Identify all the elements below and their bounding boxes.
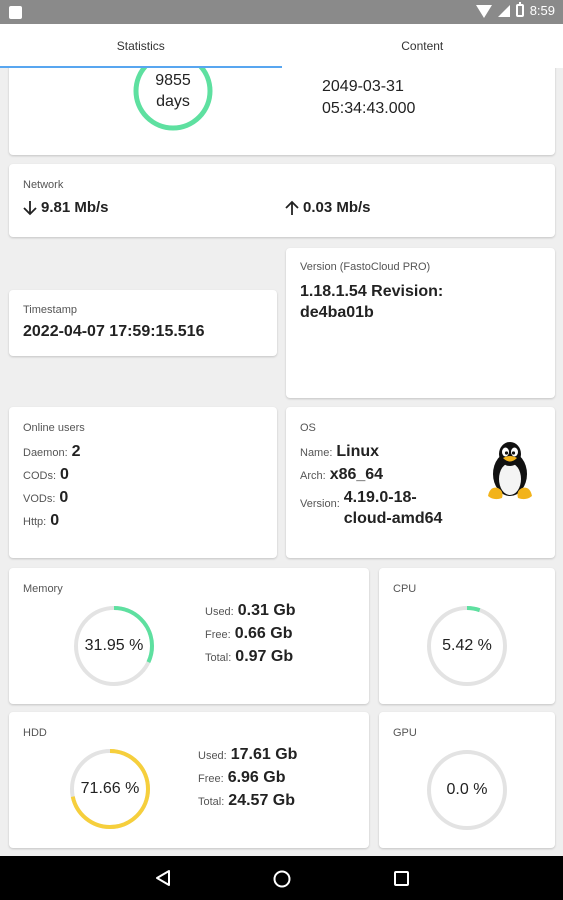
memory-card: Memory 31.95 % Used: 0.31 Gb Free: 0.66 Gb… [9,568,369,704]
os-title: OS [300,422,316,434]
network-card: Network 9.81 Mb/s 0.03 Mb/s [9,164,555,237]
os-version-value-line2: cloud-amd64 [343,510,443,527]
online-users-title: Online users [23,422,85,434]
os-arch-label: Arch: [300,470,326,482]
cpu-percent: 5.42 % [442,637,492,654]
version-title: Version (FastoCloud PRO) [300,261,431,273]
uptime-days-unit: days [156,93,190,110]
online-users-vods: VODs: 0 [23,487,81,510]
hdd-used-value: 17.61 Gb [230,746,298,763]
network-upload-speed: 0.03 Mb/s [303,199,371,216]
memory-used-value: 0.31 Gb [237,602,296,619]
memory-free-value: 0.66 Gb [234,625,293,642]
wifi-icon [475,4,492,18]
expiration-time: 05:34:43.000 [322,100,416,117]
memory-percent: 31.95 % [84,637,144,654]
uptime-days-value: 9855 [155,72,191,89]
hdd-free-label: Free: [198,773,224,785]
vods-value: 0 [59,489,69,506]
timestamp-card: Timestamp 2022-04-07 17:59:15.516 [9,290,277,356]
os-name-value: Linux [336,443,380,460]
timestamp-value: 2022-04-07 17:59:15.516 [23,323,205,340]
memory-used-label: Used: [205,606,234,618]
expiration-date: 2049-03-31 [322,78,404,95]
gpu-gauge: 0.0 % [425,748,509,832]
uptime-ring: 9855 days [132,68,214,132]
timestamp-title: Timestamp [23,304,77,316]
hdd-total-value: 24.57 Gb [228,792,295,809]
os-version-row: Version: 4.19.0-18- cloud-amd64 [300,487,442,529]
version-revision: de4ba01b [300,304,374,321]
memory-gauge: 31.95 % [72,604,156,688]
recents-icon[interactable] [393,870,411,888]
gpu-percent: 0.0 % [446,781,488,798]
tab-statistics[interactable]: Statistics [0,24,282,68]
cpu-title: CPU [393,583,417,595]
tab-content[interactable]: Content [282,24,563,68]
cods-label: CODs: [23,470,56,482]
statistics-panel[interactable]: 9855 days 2049-03-31 05:34:43.000 Networ… [0,68,563,856]
version-number: 1.18.1.54 Revision: [300,283,444,300]
http-value: 0 [50,512,60,529]
gpu-title: GPU [393,727,417,739]
os-version-value-line1: 4.19.0-18- [343,489,417,506]
system-navigation-bar [0,856,563,900]
os-name-row: Name: Linux [300,441,442,464]
version-card: Version (FastoCloud PRO) 1.18.1.54 Revis… [286,248,555,398]
tab-content-label: Content [401,39,444,53]
network-title: Network [23,179,64,191]
hdd-used-label: Used: [198,750,227,762]
cods-value: 0 [60,466,69,483]
hdd-title: HDD [23,727,47,739]
memory-title: Memory [23,583,63,595]
arrow-down-icon [23,200,37,215]
os-name-label: Name: [300,447,333,459]
os-card: OS Name: Linux Arch: x86_64 Version: 4.19.… [286,407,555,558]
memory-total-label: Total: [205,652,232,664]
back-icon[interactable] [153,869,173,887]
tab-bar: Statistics Content [0,24,563,68]
tux-icon [488,442,532,500]
daemon-label: Daemon: [23,447,68,459]
hdd-card: HDD 71.66 % Used: 17.61 Gb Free: 6.96 Gb T… [9,712,369,848]
status-bar: 8:59 [0,0,563,24]
os-arch-row: Arch: x86_64 [300,464,442,487]
home-icon[interactable] [272,869,292,889]
status-time: 8:59 [529,3,555,18]
memory-total-value: 0.97 Gb [235,648,294,665]
hdd-gauge: 71.66 % [68,747,152,831]
network-download-speed: 9.81 Mb/s [41,199,109,216]
tab-statistics-label: Statistics [116,39,165,53]
arrow-up-icon [285,200,299,215]
hdd-total-label: Total: [198,796,225,808]
vods-label: VODs: [23,493,56,505]
hdd-free-value: 6.96 Gb [227,769,286,786]
uptime-card: 9855 days 2049-03-31 05:34:43.000 [9,68,555,155]
online-users-http: Http: 0 [23,510,81,533]
sim-card-icon [9,6,22,19]
daemon-value: 2 [71,443,81,460]
cpu-gauge: 5.42 % [425,604,509,688]
online-users-card: Online users Daemon: 2 CODs: 0 VODs: 0 Http… [9,407,277,558]
http-label: Http: [23,516,47,528]
online-users-daemon: Daemon: 2 [23,441,81,464]
online-users-cods: CODs: 0 [23,464,81,487]
os-version-label: Version: [300,498,340,510]
cell-signal-icon [497,4,510,17]
memory-free-label: Free: [205,629,231,641]
os-arch-value: x86_64 [329,466,384,483]
cpu-card: CPU 5.42 % [379,568,555,704]
hdd-percent: 71.66 % [80,780,140,797]
battery-icon [515,2,524,17]
gpu-card: GPU 0.0 % [379,712,555,848]
